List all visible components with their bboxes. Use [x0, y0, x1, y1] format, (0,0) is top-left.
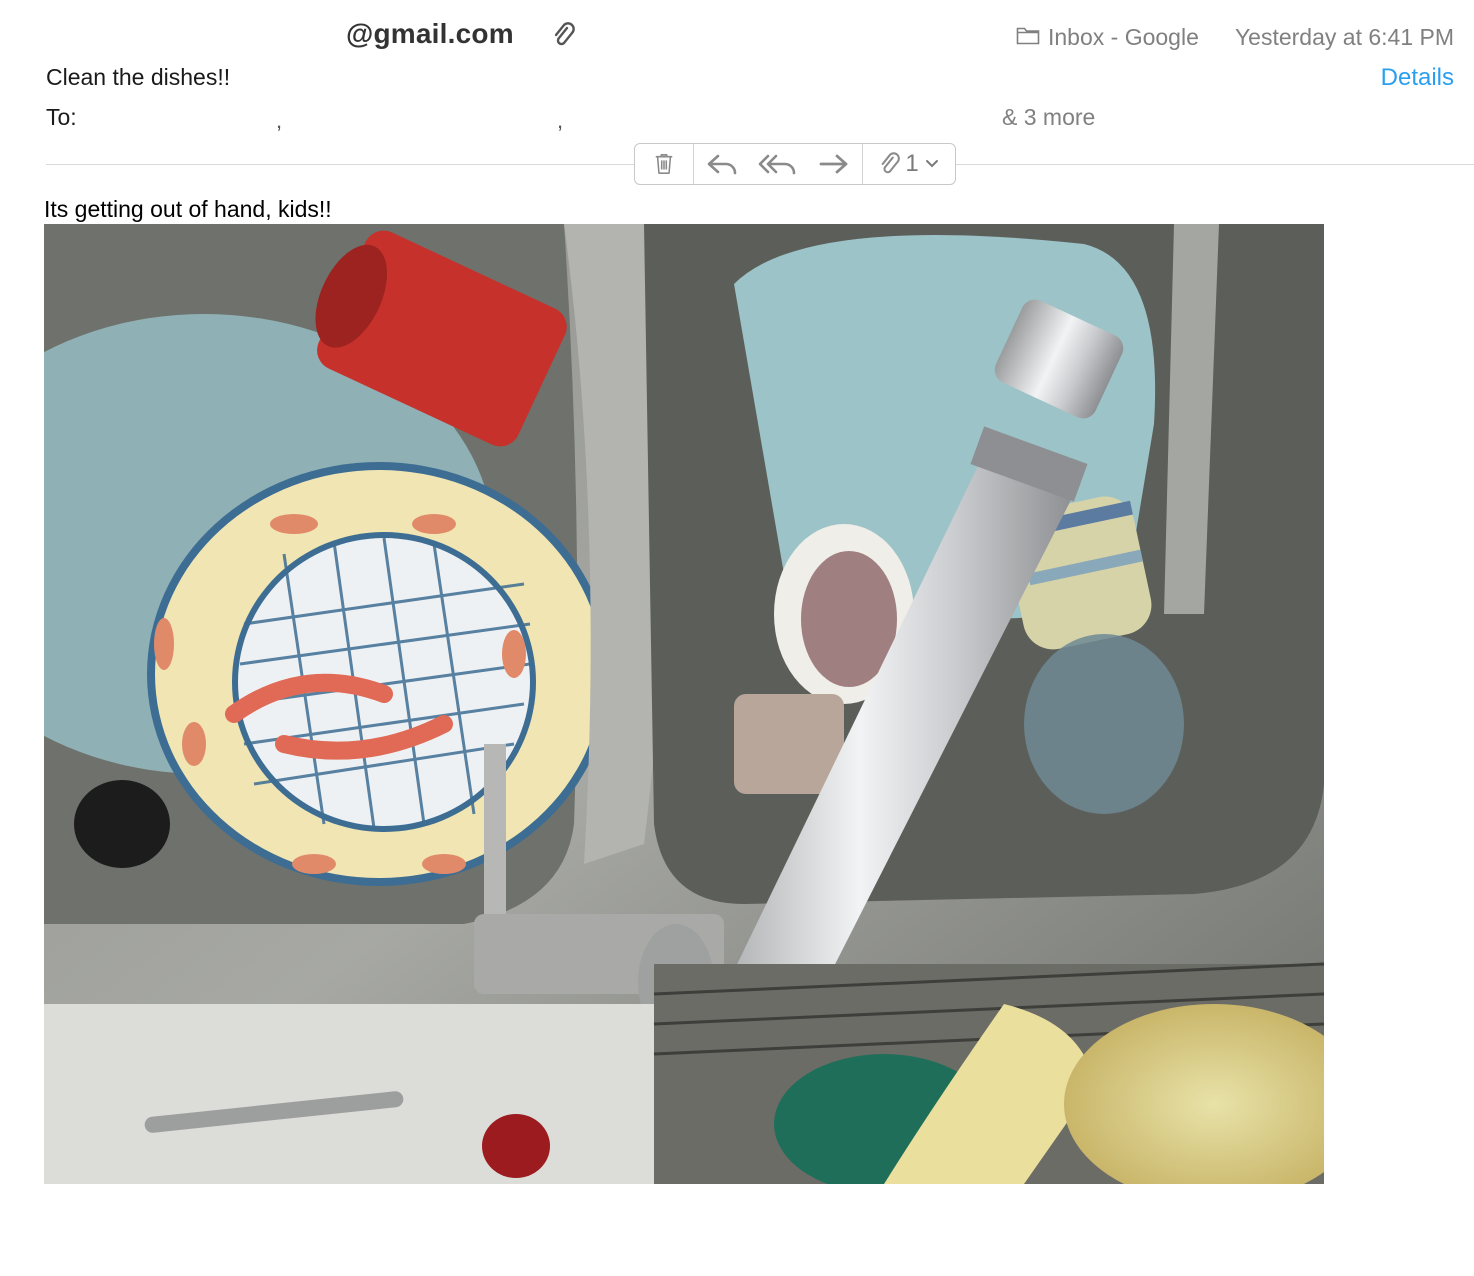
delete-button[interactable] [635, 144, 693, 184]
email-viewer: @gmail.com Inbox - Google Yesterday at 6… [0, 0, 1474, 1276]
recipient-separator: , [557, 108, 564, 133]
message-subject: Clean the dishes!! [46, 64, 231, 90]
recipient-separator: , [276, 108, 283, 133]
message-date: Yesterday at 6:41 PM [1234, 24, 1454, 50]
reply-all-icon [757, 152, 799, 176]
folder-icon [1016, 24, 1040, 51]
forward-icon [818, 152, 850, 176]
attached-photo-sink-dishes[interactable] [44, 224, 1324, 1184]
attachments-menu-button[interactable]: 1 [863, 144, 955, 184]
reply-button[interactable] [694, 144, 750, 184]
mailbox-indicator: Inbox - Google [1016, 24, 1199, 51]
message-toolbar: 1 [634, 143, 956, 185]
paperclip-icon [879, 151, 901, 177]
paperclip-icon [552, 22, 576, 48]
reply-icon [706, 152, 738, 176]
trash-icon [653, 151, 675, 177]
more-recipients-link[interactable]: & 3 more [1002, 104, 1095, 131]
to-label: To: [46, 104, 77, 130]
attachment-count: 1 [905, 150, 919, 177]
chevron-down-icon [925, 159, 939, 169]
sender-address[interactable]: @gmail.com [346, 18, 514, 50]
mailbox-name: Inbox - Google [1048, 24, 1199, 50]
details-link[interactable]: Details [1381, 64, 1454, 92]
forward-button[interactable] [806, 144, 862, 184]
message-body-text: Its getting out of hand, kids!! [44, 196, 332, 222]
reply-all-button[interactable] [750, 144, 806, 184]
